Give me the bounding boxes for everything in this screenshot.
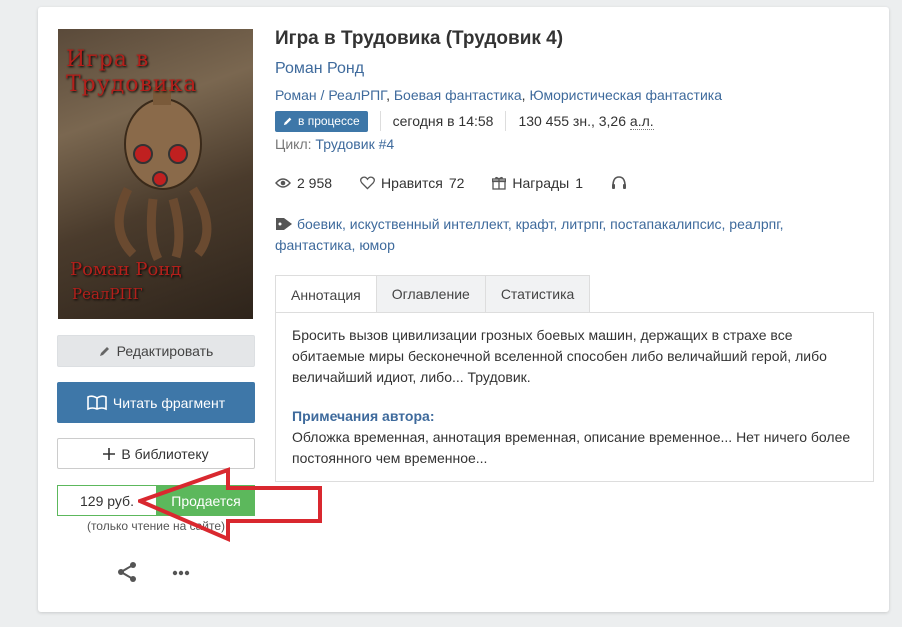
add-to-library-label: В библиотеку	[121, 445, 209, 462]
share-icon[interactable]	[116, 561, 138, 583]
tag-icon	[276, 218, 292, 230]
tag-link[interactable]: фантастика	[275, 237, 352, 253]
author-link[interactable]: Роман Ронд	[275, 60, 364, 78]
status-row: в процессе сегодня в 14:58 130 455 зн., …	[275, 110, 654, 132]
edit-button-label: Редактировать	[116, 343, 214, 359]
tag-link[interactable]: искуственный интеллект	[350, 216, 508, 232]
read-fragment-label: Читать фрагмент	[112, 394, 226, 411]
ellipsis-icon[interactable]	[170, 562, 192, 584]
likes-stat[interactable]: Нравится 72	[360, 175, 464, 191]
red-arrow-annotation	[138, 467, 322, 543]
tag-list: боевик, искуственный интеллект, крафт, л…	[275, 216, 784, 253]
plus-icon	[103, 447, 116, 460]
tab-annotation[interactable]: Аннотация	[275, 275, 377, 313]
tag-link[interactable]: постапакалипсис	[610, 216, 721, 232]
annotation-panel: Бросить вызов цивилизации грозных боевых…	[275, 312, 874, 482]
edit-button[interactable]: Редактировать	[57, 335, 255, 367]
tag-link[interactable]: юмор	[359, 237, 395, 253]
annotation-text: Бросить вызов цивилизации грозных боевых…	[292, 327, 827, 385]
divider	[379, 111, 381, 131]
genre-link[interactable]: Юмористическая фантастика	[529, 87, 722, 103]
awards-stat[interactable]: Награды 1	[492, 175, 583, 191]
divider	[505, 111, 507, 131]
book-icon	[87, 394, 107, 410]
cover-author: Роман Ронд	[70, 259, 182, 280]
author-notes-heading: Примечания автора:	[292, 408, 435, 424]
book-title: Игра в Трудовика (Трудовик 4)	[275, 28, 564, 49]
stats-row: 2 958 Нравится 72 Награды 1	[275, 175, 627, 191]
tab-contents[interactable]: Оглавление	[375, 275, 486, 312]
pencil-icon	[99, 347, 109, 356]
views-stat: 2 958	[275, 175, 332, 191]
tag-link[interactable]: боевик	[297, 216, 342, 232]
gift-icon	[492, 176, 507, 190]
cover-genre: РеалРПГ	[72, 285, 143, 303]
tag-link[interactable]: литрпг	[561, 216, 602, 232]
tag-link[interactable]: крафт	[516, 216, 554, 232]
cover-title: Игра в Трудовика	[66, 47, 198, 97]
genre-list: Роман / РеалРПГ, Боевая фантастика, Юмор…	[275, 87, 722, 103]
genre-link[interactable]: Боевая фантастика	[394, 87, 522, 103]
cycle-link[interactable]: Трудовик #4	[315, 136, 394, 152]
book-size: 130 455 зн., 3,26	[518, 113, 627, 129]
eye-icon	[275, 178, 291, 188]
read-fragment-button[interactable]: Читать фрагмент	[57, 382, 255, 423]
headphones-icon[interactable]	[611, 176, 627, 190]
author-notes-text: Обложка временная, аннотация временная, …	[292, 429, 851, 466]
author-sheets-unit[interactable]: а.л.	[629, 113, 654, 130]
tag-link[interactable]: реалрпг	[729, 216, 779, 232]
pencil-icon	[283, 117, 292, 126]
status-badge: в процессе	[275, 110, 368, 132]
cycle-label: Цикл:	[275, 136, 312, 152]
add-to-library-button[interactable]: В библиотеку	[57, 438, 255, 469]
cycle-info: Цикл: Трудовик #4	[275, 136, 394, 152]
updated-time: сегодня в 14:58	[392, 113, 494, 129]
heart-icon	[360, 176, 376, 190]
tab-bar: Аннотация Оглавление Статистика	[275, 275, 591, 313]
tab-statistics[interactable]: Статистика	[484, 275, 591, 312]
genre-link[interactable]: Роман / РеалРПГ	[275, 87, 386, 103]
book-cover[interactable]: Игра в Трудовика Роман Ронд РеалРПГ	[58, 29, 253, 319]
